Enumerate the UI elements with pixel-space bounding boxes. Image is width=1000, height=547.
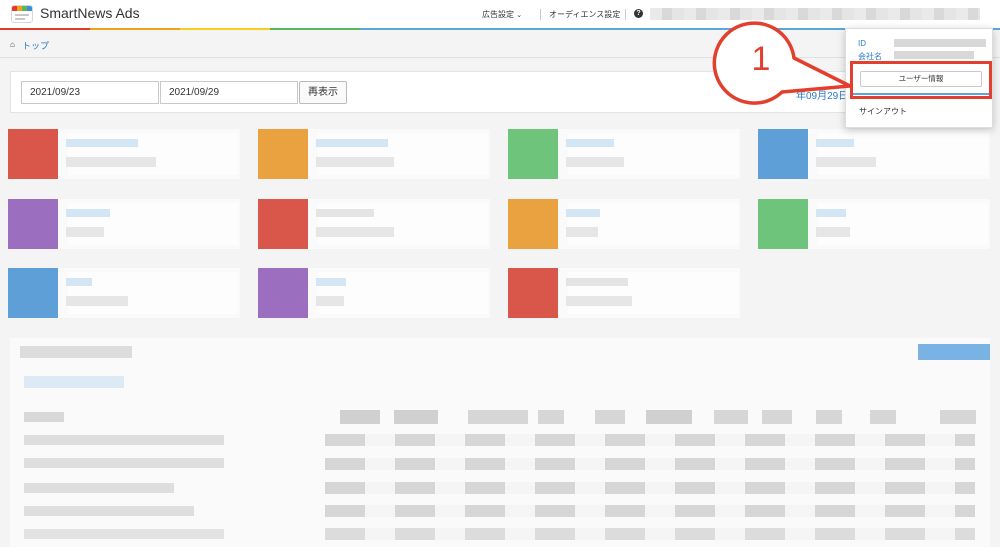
- summary-card[interactable]: [758, 199, 990, 249]
- summary-card[interactable]: [508, 268, 740, 318]
- summary-card[interactable]: [508, 199, 740, 249]
- summary-card[interactable]: [758, 129, 990, 179]
- sign-out-link[interactable]: サインアウト: [859, 106, 907, 117]
- chevron-down-icon: ⌄: [516, 12, 523, 19]
- table-header-cell: [762, 410, 792, 424]
- table-header-cell: [940, 410, 976, 424]
- user-account-menu-blurred[interactable]: [650, 8, 980, 20]
- refresh-button[interactable]: 再表示: [299, 81, 347, 104]
- start-date-field[interactable]: 2021/09/23: [21, 81, 159, 104]
- home-icon: ⌂: [10, 40, 15, 49]
- table-row-values: [325, 528, 975, 540]
- table-header-cell: [816, 410, 842, 424]
- top-header: SmartNews Ads 広告設定 ⌄ オーディエンス設定 ?: [0, 0, 1000, 30]
- nav-ad-settings-label: 広告設定: [482, 10, 514, 19]
- date-range-summary: 年09月29日: [796, 91, 849, 102]
- panel-subtitle-blurred: [24, 376, 124, 388]
- summary-card[interactable]: [8, 268, 240, 318]
- panel-title-blurred: [20, 346, 132, 358]
- user-id-value-blurred: [894, 39, 986, 47]
- table-header-cell: [870, 410, 896, 424]
- summary-card[interactable]: [508, 129, 740, 179]
- table-header-cell: [538, 410, 564, 424]
- step-number: 1: [751, 40, 771, 78]
- id-label: ID: [858, 39, 866, 48]
- help-icon[interactable]: ?: [634, 9, 643, 18]
- summary-card[interactable]: [258, 268, 490, 318]
- table-row[interactable]: [24, 458, 224, 468]
- nav-audience-settings[interactable]: オーディエンス設定: [549, 9, 620, 20]
- campaign-table-panel: [10, 338, 990, 547]
- nav-divider: [540, 9, 541, 20]
- table-row-values: [325, 505, 975, 517]
- table-row-values: [325, 434, 975, 446]
- table-row[interactable]: [24, 506, 194, 516]
- table-header-cell: [394, 410, 438, 424]
- company-name-value-blurred: [894, 51, 974, 59]
- nav-ad-settings[interactable]: 広告設定 ⌄: [482, 9, 522, 20]
- summary-card[interactable]: [258, 199, 490, 249]
- table-header-cell: [646, 410, 692, 424]
- table-row-values: [325, 458, 975, 470]
- end-date-field[interactable]: 2021/09/29: [160, 81, 298, 104]
- table-row[interactable]: [24, 435, 224, 445]
- summary-card[interactable]: [8, 199, 240, 249]
- table-row[interactable]: [24, 529, 224, 539]
- smartnews-logo-icon[interactable]: [11, 5, 33, 23]
- table-row-values: [325, 482, 975, 494]
- highlight-box: [850, 61, 992, 99]
- table-header-cell: [468, 410, 528, 424]
- nav-divider: [625, 9, 626, 20]
- brand-name[interactable]: SmartNews Ads: [40, 5, 140, 21]
- summary-card[interactable]: [8, 129, 240, 179]
- summary-card[interactable]: [258, 129, 490, 179]
- breadcrumb-top-link[interactable]: トップ: [22, 39, 49, 52]
- table-header-cell: [340, 410, 380, 424]
- table-header-cell: [24, 412, 64, 422]
- table-header-cell: [714, 410, 748, 424]
- table-row[interactable]: [24, 483, 174, 493]
- panel-action-button-blurred[interactable]: [918, 344, 990, 360]
- table-header-cell: [595, 410, 625, 424]
